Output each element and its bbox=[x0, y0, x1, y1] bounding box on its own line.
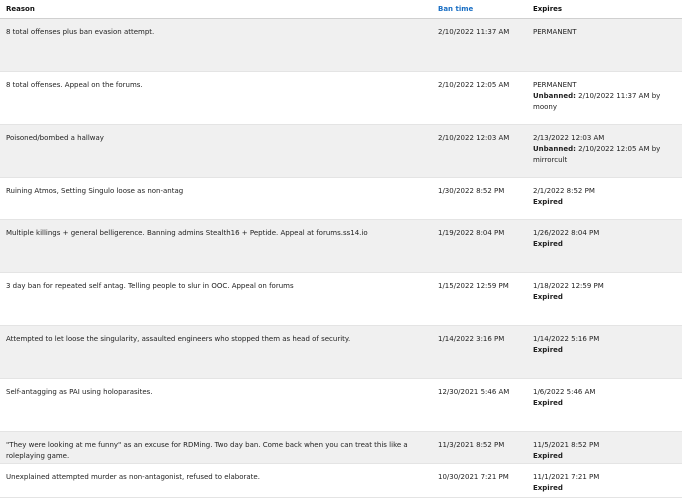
ban-time: 2/10/2022 12:05 AM bbox=[432, 71, 527, 125]
ban-time: 12/30/2021 5:46 AM bbox=[432, 378, 527, 432]
ban-reason: 8 total offenses. Appeal on the forums. bbox=[0, 71, 432, 125]
ban-status: Expired bbox=[533, 399, 563, 407]
ban-expires: 11/5/2021 8:52 PM bbox=[533, 441, 600, 449]
ban-expires-cell: 1/14/2022 5:16 PM Expired bbox=[527, 325, 682, 379]
table-row: Ruining Atmos, Setting Singulo loose as … bbox=[0, 177, 682, 220]
column-header-ban-time-sort-link[interactable]: Ban time bbox=[432, 0, 527, 19]
ban-time: 1/14/2022 3:16 PM bbox=[432, 325, 527, 379]
ban-reason: "They were looking at me funny" as an ex… bbox=[0, 431, 432, 464]
table-row: Multiple killings + general belligerence… bbox=[0, 219, 682, 273]
ban-reason: Ruining Atmos, Setting Singulo loose as … bbox=[0, 177, 432, 220]
ban-reason: Unexplained attempted murder as non-anta… bbox=[0, 463, 432, 498]
ban-status: Unbanned: bbox=[533, 92, 576, 100]
ban-expires-cell: 11/1/2021 7:21 PM Expired bbox=[527, 463, 682, 498]
ban-expires-cell: 1/26/2022 8:04 PM Expired bbox=[527, 219, 682, 273]
ban-expires-cell: 2/1/2022 8:52 PM Expired bbox=[527, 177, 682, 220]
ban-time: 1/15/2022 12:59 PM bbox=[432, 272, 527, 326]
column-header-expires: Expires bbox=[527, 0, 682, 19]
ban-time: 11/3/2021 8:52 PM bbox=[432, 431, 527, 464]
table-row: 8 total offenses plus ban evasion attemp… bbox=[0, 18, 682, 72]
unban-info: Unbanned: 2/10/2022 11:37 AM by moony bbox=[533, 91, 682, 113]
column-header-reason: Reason bbox=[0, 0, 432, 19]
ban-expires: 2/1/2022 8:52 PM bbox=[533, 187, 595, 195]
ban-time: 2/10/2022 12:03 AM bbox=[432, 124, 527, 178]
ban-expires-cell: 1/6/2022 5:46 AM Expired bbox=[527, 378, 682, 432]
ban-time: 2/10/2022 11:37 AM bbox=[432, 18, 527, 72]
table-row: 8 total offenses. Appeal on the forums. … bbox=[0, 71, 682, 125]
ban-reason: Poisoned/bombed a hallway bbox=[0, 124, 432, 178]
ban-expires-cell: 1/18/2022 12:59 PM Expired bbox=[527, 272, 682, 326]
ban-expires: 1/6/2022 5:46 AM bbox=[533, 388, 596, 396]
ban-reason: Multiple killings + general belligerence… bbox=[0, 219, 432, 273]
ban-status: Expired bbox=[533, 452, 563, 460]
table-row: "They were looking at me funny" as an ex… bbox=[0, 431, 682, 464]
ban-status: Expired bbox=[533, 198, 563, 206]
ban-time: 1/30/2022 8:52 PM bbox=[432, 177, 527, 220]
ban-expires: PERMANENT bbox=[533, 81, 577, 89]
ban-time: 10/30/2021 7:21 PM bbox=[432, 463, 527, 498]
ban-expires-cell: 2/13/2022 12:03 AM Unbanned: 2/10/2022 1… bbox=[527, 124, 682, 178]
ban-status: Expired bbox=[533, 293, 563, 301]
ban-reason: Self-antagging as PAI using holoparasite… bbox=[0, 378, 432, 432]
ban-status: Expired bbox=[533, 240, 563, 248]
table-row: Poisoned/bombed a hallway 2/10/2022 12:0… bbox=[0, 124, 682, 178]
table-row: Self-antagging as PAI using holoparasite… bbox=[0, 378, 682, 432]
ban-reason: 8 total offenses plus ban evasion attemp… bbox=[0, 18, 432, 72]
ban-expires: 2/13/2022 12:03 AM bbox=[533, 134, 605, 142]
ban-expires-cell: 11/5/2021 8:52 PM Expired bbox=[527, 431, 682, 464]
ban-time: 1/19/2022 8:04 PM bbox=[432, 219, 527, 273]
table-row: 3 day ban for repeated self antag. Telli… bbox=[0, 272, 682, 326]
ban-expires: 1/26/2022 8:04 PM bbox=[533, 229, 600, 237]
table-header-row: Reason Ban time Expires bbox=[0, 0, 682, 19]
ban-history-table: Reason Ban time Expires 8 total offenses… bbox=[0, 0, 682, 498]
ban-status: Expired bbox=[533, 346, 563, 354]
ban-expires: 11/1/2021 7:21 PM bbox=[533, 473, 600, 481]
ban-expires-cell: PERMANENT bbox=[527, 18, 682, 72]
ban-expires-cell: PERMANENT Unbanned: 2/10/2022 11:37 AM b… bbox=[527, 71, 682, 125]
ban-expires: 1/18/2022 12:59 PM bbox=[533, 282, 604, 290]
ban-expires: 1/14/2022 5:16 PM bbox=[533, 335, 600, 343]
ban-status: Unbanned: bbox=[533, 145, 576, 153]
ban-status: Expired bbox=[533, 484, 563, 492]
ban-reason: Attempted to let loose the singularity, … bbox=[0, 325, 432, 379]
table-row: Attempted to let loose the singularity, … bbox=[0, 325, 682, 379]
ban-reason: 3 day ban for repeated self antag. Telli… bbox=[0, 272, 432, 326]
table-row: Unexplained attempted murder as non-anta… bbox=[0, 463, 682, 498]
ban-expires: PERMANENT bbox=[533, 28, 577, 36]
unban-info: Unbanned: 2/10/2022 12:05 AM by mirrorcu… bbox=[533, 144, 682, 166]
